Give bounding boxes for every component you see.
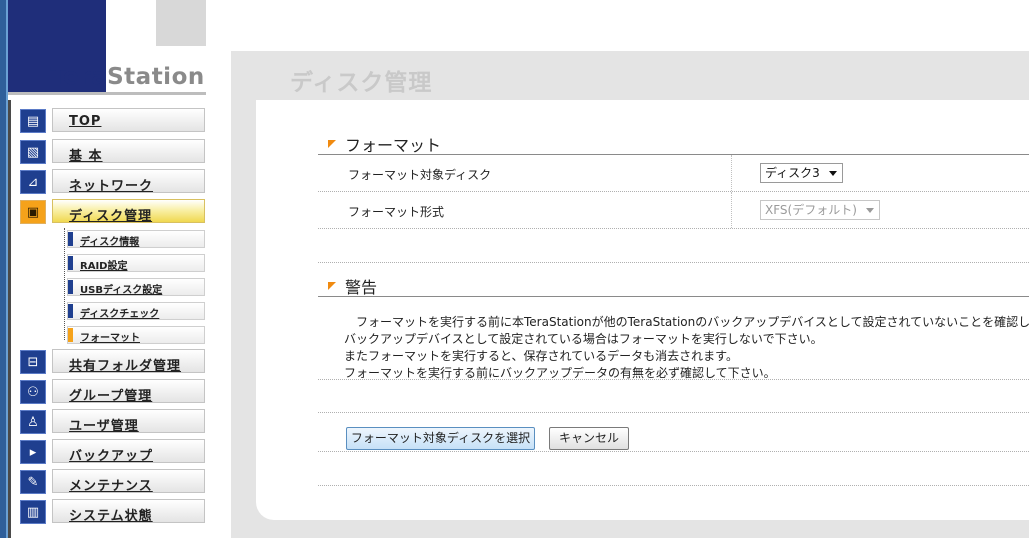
format-type-select[interactable]: XFS(デフォルト)	[760, 200, 880, 220]
sidebar-item-label: ネットワーク	[69, 179, 154, 194]
sidebar-item-label: TOP	[69, 114, 102, 129]
document-icon: ▤	[20, 109, 46, 133]
user-icon: ♙	[20, 410, 46, 434]
cancel-button[interactable]: キャンセル	[549, 427, 629, 450]
brand-tera: Tera	[50, 64, 108, 90]
sidebar-item-label: 基 本	[69, 149, 103, 164]
format-section-header: フォーマット	[318, 132, 1029, 155]
sidebar-item-label: 共有フォルダ管理	[69, 359, 182, 374]
sidebar-item-backup[interactable]: ▸ バックアップ	[20, 439, 206, 465]
sidebar-item-users[interactable]: ♙ ユーザ管理	[20, 409, 206, 435]
target-disk-value: ディスク3	[765, 166, 820, 180]
section-divider	[318, 451, 1029, 452]
sidebar-item-top[interactable]: ▤ TOP	[20, 108, 206, 134]
target-disk-row: フォーマット対象ディスク ディスク3	[318, 155, 1029, 192]
sidebar-item-label: ユーザ管理	[69, 419, 139, 434]
shared-folder-icon: ⊟	[20, 350, 46, 374]
target-disk-select[interactable]: ディスク3	[760, 163, 843, 183]
page-title: ディスク管理	[290, 70, 433, 96]
brand-station: Station	[107, 64, 205, 90]
system-status-icon: ▥	[20, 500, 46, 524]
sidebar-item-label: メンテナンス	[69, 479, 153, 494]
sidebar-item-network[interactable]: ⊿ ネットワーク	[20, 169, 206, 195]
row-divider	[731, 155, 732, 191]
sidebar-item-maintenance[interactable]: ✎ メンテナンス	[20, 469, 206, 495]
subnav-item-format[interactable]: フォーマット	[67, 326, 205, 344]
sidebar-item-shared-folders[interactable]: ⊟ 共有フォルダ管理	[20, 349, 206, 375]
subnav-item-disk-info[interactable]: ディスク情報	[67, 230, 205, 248]
warning-section-title: 警告	[345, 278, 378, 297]
sidebar-item-label: システム状態	[69, 509, 153, 524]
section-arrow-icon	[328, 140, 336, 148]
format-type-row: フォーマット形式 XFS(デフォルト)	[318, 192, 1029, 229]
subnav-item-label: ディスクチェック	[80, 309, 160, 320]
maintenance-icon: ✎	[20, 470, 46, 494]
sidebar-item-label: バックアップ	[69, 449, 154, 464]
group-icon: ⚇	[20, 380, 46, 404]
section-divider	[318, 262, 1029, 263]
settings-sheet-icon: ▧	[20, 140, 46, 164]
subnav-item-usb-disk[interactable]: USBディスク設定	[67, 278, 205, 296]
section-arrow-icon	[328, 282, 336, 290]
sidebar-item-basic[interactable]: ▧ 基 本	[20, 139, 206, 165]
brand-underline	[8, 92, 206, 95]
select-target-disk-button[interactable]: フォーマット対象ディスクを選択	[346, 427, 535, 450]
sidebar-item-system-status[interactable]: ▥ システム状態	[20, 499, 206, 525]
subnav-item-label: RAID設定	[80, 261, 128, 272]
disk-icon: ▣	[20, 200, 46, 224]
warning-line-3: またフォーマットを実行すると、保存されているデータも消去されます。	[344, 349, 738, 363]
subnav-item-label: USBディスク設定	[80, 285, 163, 296]
row-divider	[731, 192, 732, 228]
format-section-title: フォーマット	[345, 136, 442, 155]
subnav-item-disk-check[interactable]: ディスクチェック	[67, 302, 205, 320]
warning-divider	[318, 379, 1029, 380]
section-divider	[318, 412, 1029, 413]
backup-icon: ▸	[20, 440, 46, 464]
chevron-down-icon	[865, 208, 874, 213]
logo-spacer	[106, 0, 156, 46]
format-type-value: XFS(デフォルト)	[765, 203, 857, 217]
section-divider	[318, 485, 1029, 486]
warning-line-1: フォーマットを実行する前に本TeraStationが他のTeraStationの…	[344, 315, 1029, 329]
subnav-item-label: フォーマット	[80, 333, 140, 344]
chevron-down-icon	[828, 171, 837, 176]
sidebar-item-label: グループ管理	[69, 389, 153, 404]
sidebar-item-groups[interactable]: ⚇ グループ管理	[20, 379, 206, 405]
target-disk-label: フォーマット対象ディスク	[348, 168, 492, 182]
sidebar-item-disk-management[interactable]: ▣ ディスク管理	[20, 199, 206, 225]
format-type-label: フォーマット形式	[348, 205, 445, 219]
subnav-item-label: ディスク情報	[80, 237, 140, 248]
network-icon: ⊿	[20, 170, 46, 194]
subnav-item-raid[interactable]: RAID設定	[67, 254, 205, 272]
brand-logo: TeraStation	[50, 64, 205, 90]
sidebar-item-label: ディスク管理	[69, 209, 153, 224]
logo-accent-block	[156, 0, 206, 46]
subnav-tree-line	[64, 228, 66, 340]
warning-line-2: バックアップデバイスとして設定されている場合はフォーマットを実行しないで下さい。	[344, 332, 823, 346]
warning-section-header: 警告	[318, 274, 1029, 297]
